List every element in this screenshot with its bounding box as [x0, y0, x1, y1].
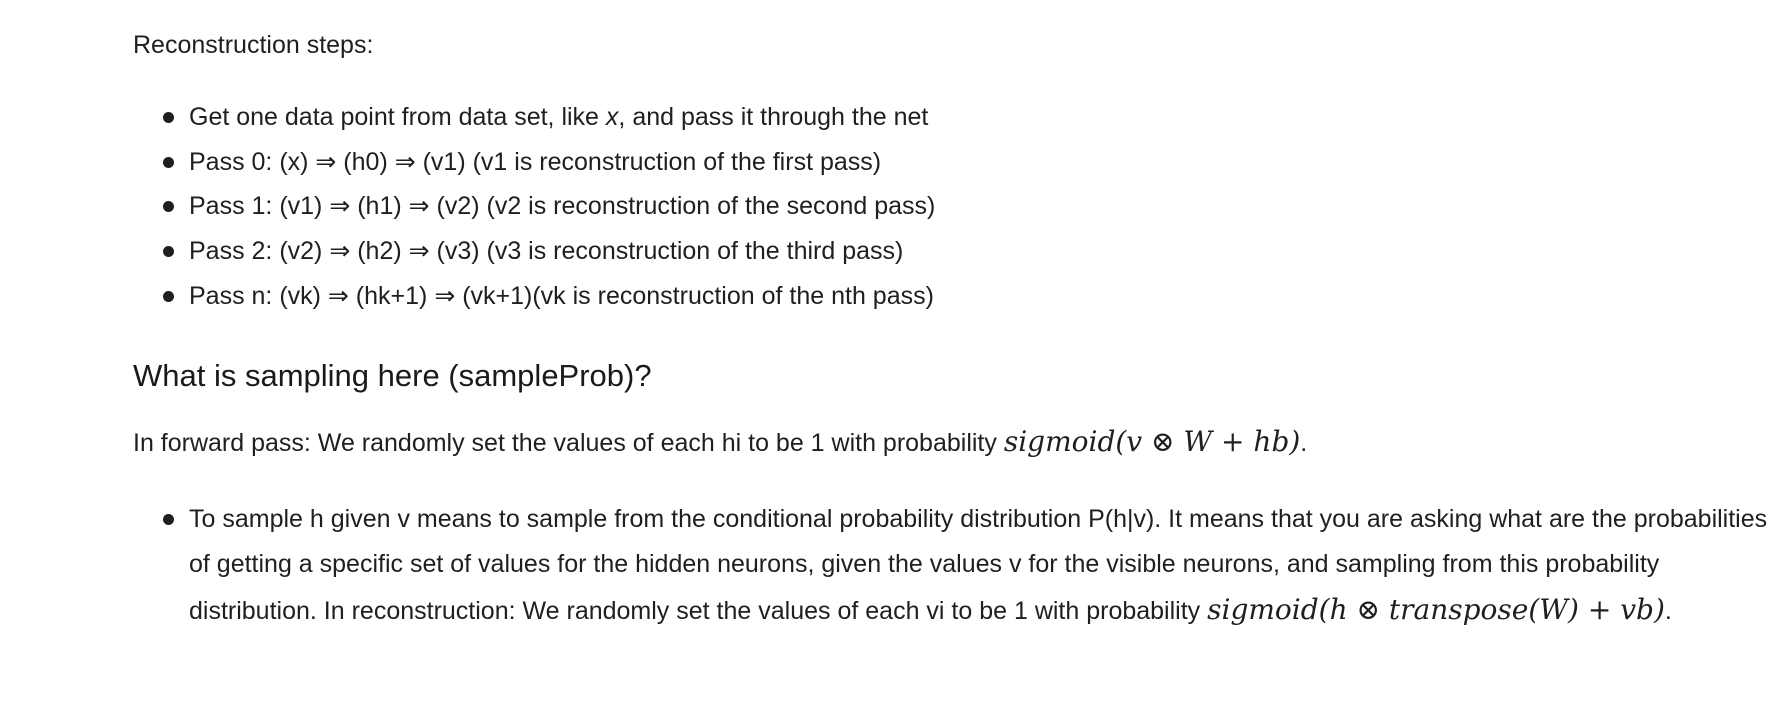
reconstruction-formula: sigmoid(h ⊗ transpose(W) + vb) — [1207, 593, 1665, 626]
step-text-post: , and pass it through the net — [618, 103, 929, 131]
bullet-icon — [163, 514, 174, 525]
sampling-end: . — [1664, 597, 1672, 625]
bullet-icon — [163, 201, 174, 213]
step-variable: x — [605, 103, 619, 131]
list-item: Get one data point from data set, like x… — [133, 100, 935, 145]
reconstruction-steps-list: Get one data point from data set, like x… — [133, 100, 935, 323]
bullet-icon — [163, 156, 174, 168]
list-item: Pass 1: (v1) ⇒ (h1) ⇒ (v2) (v2 is recons… — [133, 189, 935, 234]
forward-pass-paragraph: In forward pass: We randomly set the val… — [133, 425, 1307, 460]
step-text: Pass 2: (v2) ⇒ (h2) ⇒ (v3) (v3 is recons… — [189, 237, 904, 266]
intro-text: Reconstruction steps: — [133, 31, 374, 59]
forward-formula: sigmoid(v ⊗ W + hb) — [1003, 425, 1301, 458]
list-item: Pass 0: (x) ⇒ (h0) ⇒ (v1) (v1 is reconst… — [133, 145, 935, 190]
bullet-icon — [163, 290, 174, 302]
section-heading: What is sampling here (sampleProb)? — [133, 358, 652, 393]
list-item: Pass 2: (v2) ⇒ (h2) ⇒ (v3) (v3 is recons… — [133, 234, 935, 279]
list-item: To sample h given v means to sample from… — [133, 497, 1783, 634]
step-text: Pass n: (vk) ⇒ (hk+1) ⇒ (vk+1)(vk is rec… — [189, 281, 934, 310]
step-text: Pass 1: (v1) ⇒ (h1) ⇒ (v2) (v2 is recons… — [189, 192, 936, 221]
list-item: Pass n: (vk) ⇒ (hk+1) ⇒ (vk+1)(vk is rec… — [133, 279, 935, 324]
step-text-pre: Get one data point from data set, like — [189, 103, 606, 131]
bullet-icon — [163, 246, 174, 258]
step-text: Pass 0: (x) ⇒ (h0) ⇒ (v1) (v1 is reconst… — [189, 147, 882, 176]
forward-pass-text: In forward pass: We randomly set the val… — [133, 429, 1004, 457]
sampling-list: To sample h given v means to sample from… — [133, 497, 1783, 634]
forward-end: . — [1300, 429, 1308, 457]
bullet-icon — [163, 112, 174, 123]
